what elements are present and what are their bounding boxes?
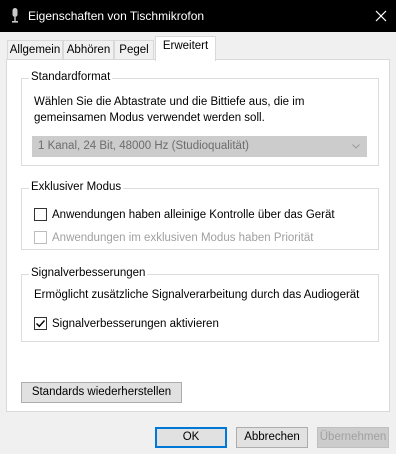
apply-button: Übernehmen [317,427,389,448]
group-enhancements: Signalverbesserungen Ermöglicht zusätzli… [21,267,379,342]
microphone-icon [12,8,18,23]
window-title: Eigenschaften von Tischmikrofon [28,9,205,23]
standardformat-description-line2: gemeinsamen Modus verwendet werden soll. [34,112,265,124]
format-select-value: 1 Kanal, 24 Bit, 48000 Hz (Studioqualitä… [38,140,249,152]
ok-button[interactable]: OK [155,427,227,448]
standardformat-description-line1: Wählen Sie die Abtastrate und die Bittie… [34,96,305,108]
group-legend-enhancements: Signalverbesserungen [29,267,148,279]
enhancements-description: Ermöglicht zusätzliche Signalverarbeitun… [34,289,360,301]
format-select[interactable]: 1 Kanal, 24 Bit, 48000 Hz (Studioqualitä… [32,136,367,157]
chevron-down-icon [352,144,360,149]
exclusive-control-label[interactable]: Anwendungen haben alleinige Kontrolle üb… [52,208,335,222]
close-icon[interactable] [366,6,396,26]
tab-strip: Allgemein Abhören Pegel Erweitert [0,32,396,61]
restore-defaults-button[interactable]: Standards wiederherstellen [21,382,182,403]
tab-pegel[interactable]: Pegel [114,40,154,60]
group-standardformat: Standardformat Wählen Sie die Abtastrate… [21,71,379,166]
title-bar: Eigenschaften von Tischmikrofon [0,0,396,32]
exclusive-priority-label: Anwendungen im exklusiven Modus haben Pr… [52,232,314,244]
cancel-button[interactable]: Abbrechen [236,427,308,448]
exclusive-control-checkbox[interactable] [34,208,47,221]
enhancements-checkbox[interactable] [34,317,47,330]
exclusive-priority-checkbox [34,231,47,244]
group-legend-standardformat: Standardformat [29,71,113,83]
group-exclusive-mode: Exklusiver Modus Anwendungen haben allei… [21,181,379,250]
tab-abhoeren[interactable]: Abhören [63,40,114,60]
group-legend-exclusive-mode: Exklusiver Modus [29,181,124,193]
tab-erweitert[interactable]: Erweitert [155,36,216,61]
checkmark-icon [36,320,46,328]
tab-allgemein[interactable]: Allgemein [7,40,63,60]
enhancements-checkbox-label[interactable]: Signalverbesserungen aktivieren [52,317,219,331]
tab-panel-erweitert: Standardformat Wählen Sie die Abtastrate… [6,59,390,412]
